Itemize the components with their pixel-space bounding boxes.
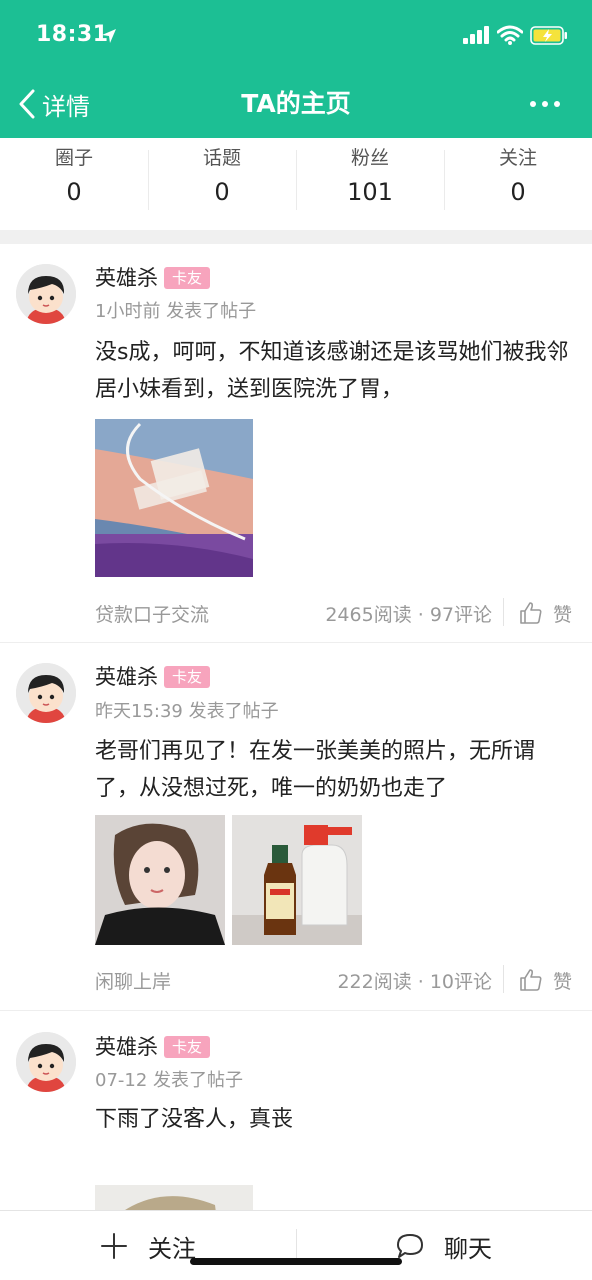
location-arrow-icon [102,29,116,43]
plus-icon [101,1233,127,1259]
post-item[interactable]: 英雄杀 卡友 1小时前 发表了帖子 没s成，呵呵，不知道该感谢还是该骂她们被我邻居… [0,244,592,643]
chat-label: 聊天 [444,1234,492,1263]
chat-bubble-icon [397,1234,423,1258]
avatar[interactable] [16,663,76,723]
post-meta: 1小时前 发表了帖子 [95,301,257,322]
circle-tag[interactable]: 贷款口子交流 [95,600,209,627]
post-meta: 07-12 发表了帖子 [95,1070,244,1091]
avatar[interactable] [16,264,76,324]
post-footer: 闲聊上岸 222阅读 · 10评论 赞 [95,963,572,997]
stat-circles[interactable]: 圈子 0 [0,138,148,230]
post-content[interactable]: 没s成，呵呵，不知道该感谢还是该骂她们被我邻居小妹看到，送到医院洗了胃， [95,334,575,408]
battery-icon [530,26,567,45]
post-image[interactable] [95,419,253,577]
read-comment-count: 222阅读 · 10评论 [337,971,492,993]
post-image[interactable] [95,815,225,945]
bottom-action-bar: 关注 聊天 [0,1210,592,1280]
post-content[interactable]: 老哥们再见了！在发一张美美的照片，无所谓了，从没想过死，唯一的奶奶也走了 [95,733,575,807]
like-label: 赞 [552,603,572,626]
post-meta: 昨天15:39 发表了帖子 [95,701,279,722]
like-label: 赞 [552,970,572,993]
stat-label: 关注 [498,147,537,169]
stat-fans[interactable]: 粉丝 101 [296,138,444,230]
post-image[interactable] [95,1185,253,1210]
more-icon[interactable] [528,94,562,114]
header: 18:31 详情 TA的主页 [0,0,592,138]
thumbs-up-icon [520,602,542,624]
post-item[interactable]: 英雄杀 卡友 07-12 发表了帖子 下雨了没客人，真丧 [0,1011,592,1210]
follow-button[interactable]: 关注 [0,1211,296,1280]
stat-value: 0 [510,178,526,206]
like-button[interactable]: 赞 [519,598,572,628]
status-bar: 18:31 [0,0,592,72]
post-image[interactable] [232,815,362,945]
circle-tag[interactable]: 闲聊上岸 [95,967,171,994]
author-name: 英雄杀 [95,1035,158,1059]
section-gap [0,230,592,244]
divider [503,965,504,993]
wifi-icon [497,25,523,45]
stat-label: 圈子 [54,147,93,169]
member-badge: 卡友 [164,1036,211,1058]
stat-value: 101 [347,178,393,206]
member-badge: 卡友 [164,666,211,688]
partial-photo [95,1185,253,1210]
author-name: 英雄杀 [95,665,158,689]
stat-following[interactable]: 关注 0 [444,138,592,230]
avatar-cartoon-icon [16,663,76,723]
stat-value: 0 [214,178,230,206]
hospital-iv-photo [95,419,253,577]
author-name: 英雄杀 [95,266,158,290]
post-footer: 贷款口子交流 2465阅读 · 97评论 赞 [95,596,572,630]
page-title: TA的主页 [241,89,351,118]
stat-label: 话题 [202,147,241,169]
divider [503,598,504,626]
home-indicator [190,1258,402,1265]
like-button[interactable]: 赞 [519,965,572,995]
post-content[interactable]: 下雨了没客人，真丧 [95,1101,575,1138]
post-author[interactable]: 英雄杀 卡友 [95,663,211,691]
post-item[interactable]: 英雄杀 卡友 昨天15:39 发表了帖子 老哥们再见了！在发一张美美的照片，无所谓… [0,643,592,1011]
status-time: 18:31 [36,22,109,47]
chat-button[interactable]: 聊天 [296,1211,592,1280]
post-author[interactable]: 英雄杀 卡友 [95,264,211,292]
avatar[interactable] [16,1032,76,1092]
stat-label: 粉丝 [350,147,389,169]
avatar-cartoon-icon [16,1032,76,1092]
profile-stats: 圈子 0 话题 0 粉丝 101 关注 0 [0,138,592,230]
signal-icon [463,26,489,44]
bottle-photo [232,815,362,945]
stat-topics[interactable]: 话题 0 [148,138,296,230]
selfie-photo [95,815,225,945]
read-comment-count: 2465阅读 · 97评论 [325,604,492,626]
post-author[interactable]: 英雄杀 卡友 [95,1033,211,1061]
follow-label: 关注 [148,1234,196,1263]
avatar-cartoon-icon [16,264,76,324]
stat-value: 0 [66,178,82,206]
thumbs-up-icon [520,969,542,991]
member-badge: 卡友 [164,267,211,289]
